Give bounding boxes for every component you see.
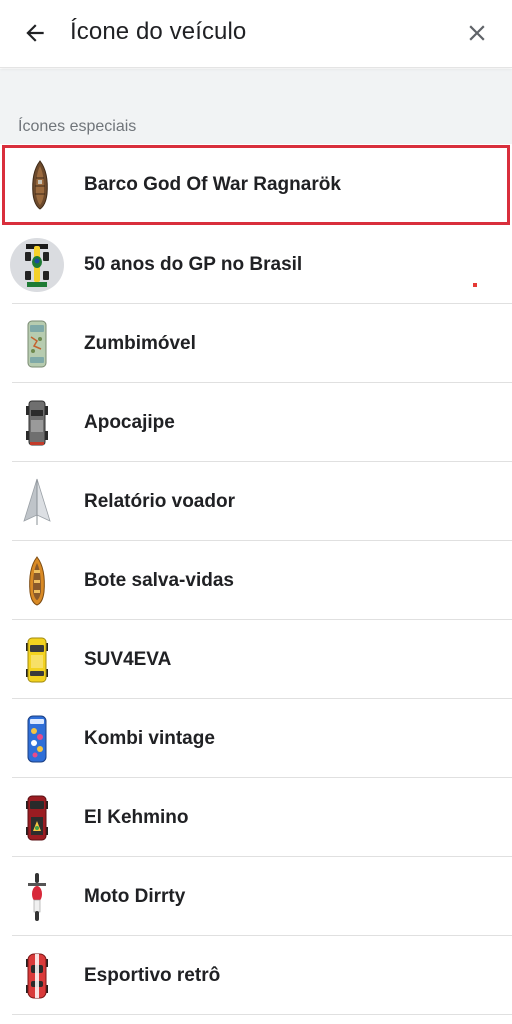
list-item-esportivo-retro[interactable]: Esportivo retrô <box>0 936 512 1015</box>
kombi-van-icon <box>10 712 64 766</box>
list-item-kombi-vintage[interactable]: Kombi vintage <box>0 699 512 778</box>
list-item-barco-god-of-war[interactable]: Barco God Of War Ragnarök <box>2 145 510 225</box>
retro-sports-car-icon <box>10 949 64 1003</box>
item-label: Bote salva-vidas <box>84 569 234 591</box>
section-header: Ícones especiais <box>0 69 512 144</box>
apocalypse-jeep-icon <box>10 396 64 450</box>
app-bar: Ícone do veículo <box>0 0 512 68</box>
item-label: Apocajipe <box>84 411 175 433</box>
item-label: Esportivo retrô <box>84 964 221 986</box>
list-item-suv4eva[interactable]: SUV4EVA <box>0 620 512 699</box>
list-item-relatorio-voador[interactable]: Relatório voador <box>0 462 512 541</box>
list-item-zumbimovel[interactable]: Zumbimóvel <box>0 304 512 383</box>
back-button[interactable] <box>16 14 54 52</box>
list-item-50-anos-gp[interactable]: 50 anos do GP no Brasil <box>0 225 512 304</box>
vehicle-icon-list: Barco God Of War Ragnarök 50 anos do GP <box>0 145 512 1015</box>
yellow-suv-icon <box>10 633 64 687</box>
item-label: El Kehmino <box>84 806 189 828</box>
page-title: Ícone do veículo <box>70 18 247 45</box>
item-label: SUV4EVA <box>84 648 172 670</box>
section-label: Ícones especiais <box>18 118 137 135</box>
list-item-apocajipe[interactable]: Apocajipe <box>0 383 512 462</box>
item-label: Kombi vintage <box>84 727 215 749</box>
zombie-van-icon <box>10 317 64 371</box>
viking-boat-icon <box>13 158 67 212</box>
item-label: Barco God Of War Ragnarök <box>84 174 341 195</box>
vehicle-icon-list-container: Ícones especiais Barco God Of War Ragnar… <box>0 69 512 1024</box>
list-item-moto-dirrty[interactable]: Moto Dirrty <box>0 857 512 936</box>
indicator-dot <box>473 283 477 287</box>
item-label: 50 anos do GP no Brasil <box>84 253 303 275</box>
arrow-back-icon <box>26 24 44 42</box>
motorcycle-icon <box>10 870 64 924</box>
paper-plane-icon <box>10 475 64 529</box>
item-label: Zumbimóvel <box>84 332 196 354</box>
item-label: Relatório voador <box>84 490 235 512</box>
close-icon <box>469 25 485 41</box>
list-item-el-kehmino[interactable]: El Kehmino <box>0 778 512 857</box>
red-truck-icon <box>10 791 64 845</box>
lifeboat-icon <box>10 554 64 608</box>
close-button[interactable] <box>458 14 496 52</box>
item-label: Moto Dirrty <box>84 885 186 907</box>
list-item-bote-salva-vidas[interactable]: Bote salva-vidas <box>0 541 512 620</box>
formula-car-icon <box>10 237 64 292</box>
